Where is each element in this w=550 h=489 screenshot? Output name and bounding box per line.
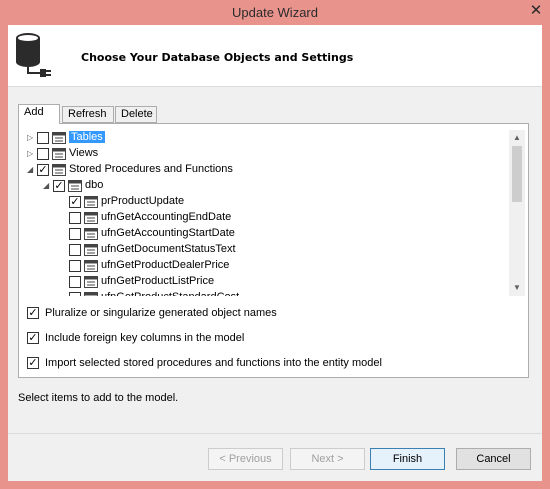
tree-node-label: ufnGetProductListPrice xyxy=(101,275,215,287)
tree-node-label: ufnGetProductStandardCost xyxy=(101,291,239,296)
previous-button[interactable]: < Previous xyxy=(208,448,283,470)
collapse-arrow-icon[interactable]: ◢ xyxy=(43,182,51,190)
procedure-icon xyxy=(84,228,98,240)
tab-refresh[interactable]: Refresh xyxy=(62,106,114,123)
procedure-icon xyxy=(84,212,98,224)
tree-node-checkbox[interactable] xyxy=(69,292,81,296)
view-folder-icon xyxy=(52,148,66,160)
update-wizard-window: Update Wizard ✕ Choose Your Database Obj… xyxy=(0,0,550,489)
tree-node[interactable]: ▷ Tables xyxy=(25,130,505,146)
tree-node-label: ufnGetAccountingEndDate xyxy=(101,211,232,223)
tree-node-label: Stored Procedures and Functions xyxy=(69,163,233,175)
tree-node[interactable]: ufnGetProductDealerPrice xyxy=(25,258,505,274)
tree-node[interactable]: ufnGetProductListPrice xyxy=(25,274,505,290)
tree-node-label: prProductUpdate xyxy=(101,195,185,207)
tree-node-label: ufnGetAccountingStartDate xyxy=(101,227,235,239)
tab-add[interactable]: Add xyxy=(18,104,60,124)
tree-node-checkbox[interactable] xyxy=(69,228,81,240)
next-button[interactable]: Next > xyxy=(290,448,365,470)
status-text: Select items to add to the model. xyxy=(18,392,179,404)
tree-node-label: dbo xyxy=(85,179,104,191)
footer-divider xyxy=(8,433,542,434)
tree-node-label: ufnGetDocumentStatusText xyxy=(101,243,236,255)
close-button[interactable]: ✕ xyxy=(526,1,546,21)
pluralize-label: Pluralize or singularize generated objec… xyxy=(45,307,277,319)
tree-node[interactable]: ufnGetAccountingStartDate xyxy=(25,226,505,242)
procedure-icon xyxy=(84,260,98,272)
window-title: Update Wizard xyxy=(232,5,318,20)
tree-node-checkbox[interactable] xyxy=(69,244,81,256)
procedure-icon xyxy=(84,292,98,296)
tree-node[interactable]: ◢ ✓ dbo xyxy=(25,178,505,194)
tree-node[interactable]: ▷ Views xyxy=(25,146,505,162)
header-title: Choose Your Database Objects and Setting… xyxy=(81,51,354,64)
tree-node[interactable]: ufnGetAccountingEndDate xyxy=(25,210,505,226)
scroll-thumb[interactable] xyxy=(512,146,522,202)
expand-arrow-icon[interactable]: ▷ xyxy=(27,150,35,158)
database-objects-tree[interactable]: ▷ Tables ▷ Views ◢ ✓ Stored Procedures and Fun… xyxy=(25,130,525,296)
finish-button[interactable]: Finish xyxy=(370,448,445,470)
tree-node-checkbox[interactable]: ✓ xyxy=(37,164,49,176)
tree-node[interactable]: ufnGetProductStandardCost xyxy=(25,290,505,296)
tree-node-checkbox[interactable] xyxy=(69,276,81,288)
table-folder-icon xyxy=(52,132,66,144)
tree-node-checkbox[interactable] xyxy=(69,260,81,272)
collapse-arrow-icon[interactable]: ◢ xyxy=(27,166,35,174)
wizard-header: Choose Your Database Objects and Setting… xyxy=(8,25,542,87)
tree-node-label: Views xyxy=(69,147,99,159)
tree-node-checkbox[interactable]: ✓ xyxy=(69,196,81,208)
tab-delete[interactable]: Delete xyxy=(115,106,157,123)
tree-node-checkbox[interactable]: ✓ xyxy=(53,180,65,192)
procedure-icon xyxy=(84,196,98,208)
tree-node-checkbox[interactable] xyxy=(37,132,49,144)
tree-node[interactable]: ✓ prProductUpdate xyxy=(25,194,505,210)
cancel-button[interactable]: Cancel xyxy=(456,448,531,470)
add-tab-panel: ▷ Tables ▷ Views ◢ ✓ Stored Procedures and Fun… xyxy=(18,123,529,378)
foreign-keys-label: Include foreign key columns in the model xyxy=(45,332,245,344)
schema-icon xyxy=(68,180,82,192)
tree-node[interactable]: ◢ ✓ Stored Procedures and Functions xyxy=(25,162,505,178)
database-connect-icon xyxy=(16,33,51,77)
dialog-client: Choose Your Database Objects and Setting… xyxy=(8,25,542,481)
import-procedures-label: Import selected stored procedures and fu… xyxy=(45,357,382,369)
scroll-down-arrow-icon[interactable]: ▼ xyxy=(509,280,525,296)
expand-arrow-icon[interactable]: ▷ xyxy=(27,134,35,142)
pluralize-checkbox[interactable]: ✓ xyxy=(27,307,39,319)
import-procedures-checkbox[interactable]: ✓ xyxy=(27,357,39,369)
foreign-keys-checkbox[interactable]: ✓ xyxy=(27,332,39,344)
tree-node-checkbox[interactable] xyxy=(37,148,49,160)
procedure-icon xyxy=(84,276,98,288)
tree-node-label: ufnGetProductDealerPrice xyxy=(101,259,230,271)
procedure-icon xyxy=(84,244,98,256)
tree-node-checkbox[interactable] xyxy=(69,212,81,224)
tree-node-label: Tables xyxy=(69,131,105,143)
tree-node[interactable]: ufnGetDocumentStatusText xyxy=(25,242,505,258)
scroll-up-arrow-icon[interactable]: ▲ xyxy=(509,130,525,146)
proc-folder-icon xyxy=(52,164,66,176)
tree-scrollbar[interactable]: ▲ ▼ xyxy=(509,130,525,296)
title-bar: Update Wizard ✕ xyxy=(0,0,550,25)
